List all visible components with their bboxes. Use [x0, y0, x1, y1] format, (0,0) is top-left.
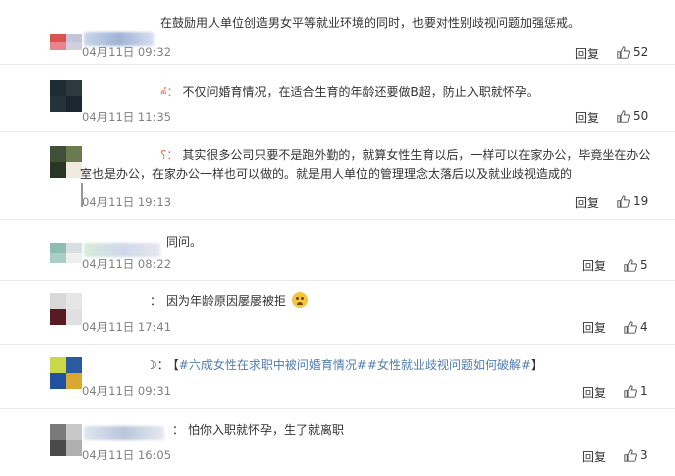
comment-text: 在鼓励用人单位创造男女平等就业环境的同时，也要对性别歧视问题加强惩戒。 — [160, 16, 581, 30]
username[interactable]: ☽： — [146, 358, 169, 372]
comment-text: ：因为年龄原因屡屡被拒 — [150, 292, 657, 311]
comment-text: ☽： 【#六成女性在求职中被问婚育情况##女性就业歧视问题如何破解#】 — [146, 358, 544, 372]
reply-button[interactable]: 回复 — [582, 448, 606, 465]
like-count: 19 — [633, 194, 649, 208]
thumbs-up-icon — [624, 258, 637, 272]
like-button[interactable]: 3 — [624, 448, 648, 462]
avatar-pixel — [66, 253, 82, 263]
comment-time: 04月11日 17:41 — [82, 320, 172, 334]
thumbs-up-icon — [624, 320, 637, 334]
avatar-pixel — [66, 34, 82, 42]
avatar[interactable] — [50, 357, 82, 389]
thumbs-up-icon — [624, 384, 637, 398]
like-count: 4 — [640, 320, 648, 334]
avatar-pixel — [66, 243, 82, 253]
avatar-pixel — [50, 42, 66, 50]
username-redacted[interactable] — [84, 243, 160, 257]
avatar-pixel — [50, 373, 66, 389]
avatar[interactable] — [50, 34, 82, 50]
avatar-pixel — [66, 357, 82, 373]
comment-time: 04月11日 11:35 — [82, 110, 172, 124]
comment-text: 同问。 — [166, 235, 203, 249]
comment-item: 在鼓励用人单位创造男女平等就业环境的同时，也要对性别歧视问题加强惩戒。 04月1… — [0, 0, 675, 65]
username-redacted[interactable] — [84, 426, 164, 440]
like-count: 50 — [633, 109, 649, 123]
avatar-pixel — [50, 243, 66, 253]
avatar[interactable] — [50, 146, 82, 178]
comment-text: ：怕你入职就怀孕，生了就离职 — [172, 423, 345, 437]
avatar-pixel — [50, 96, 66, 112]
avatar[interactable] — [50, 243, 82, 263]
avatar-pixel — [50, 80, 66, 96]
avatar[interactable] — [50, 293, 82, 325]
username[interactable]: ： — [172, 423, 184, 437]
avatar[interactable] — [50, 80, 82, 112]
username[interactable]: ： — [150, 294, 162, 308]
like-count: 1 — [640, 384, 648, 398]
thumbs-up-icon — [617, 194, 630, 208]
like-count: 5 — [640, 258, 648, 272]
avatar-pixel — [50, 440, 66, 456]
avatar-pixel — [50, 309, 66, 325]
like-count: 52 — [633, 45, 649, 59]
avatar[interactable] — [50, 424, 82, 456]
comment-item: ⰼ： 不仅问婚育情况，在适合生育的年龄还要做B超，防止入职就怀孕。 04月11日 … — [0, 66, 675, 132]
like-button[interactable]: 1 — [624, 384, 648, 398]
avatar-pixel — [50, 424, 66, 440]
like-button[interactable]: 5 — [624, 258, 648, 272]
like-count: 3 — [640, 448, 648, 462]
comment-time: 04月11日 08:22 — [82, 257, 172, 271]
thumbs-up-icon — [617, 45, 630, 59]
like-button[interactable]: 4 — [624, 320, 648, 334]
avatar-pixel — [66, 440, 82, 456]
reply-button[interactable]: 回复 — [575, 45, 599, 62]
like-button[interactable]: 50 — [617, 109, 648, 123]
comment-text: ⰼ： 不仅问婚育情况，在适合生育的年龄还要做B超，防止入职就怀孕。 — [160, 85, 539, 99]
avatar-pixel — [50, 162, 66, 178]
reply-button[interactable]: 回复 — [582, 384, 606, 401]
reply-button[interactable]: 回复 — [575, 194, 599, 211]
avatar-pixel — [50, 253, 66, 263]
avatar-pixel — [66, 373, 82, 389]
avatar-pixel — [50, 34, 66, 42]
username[interactable]: ⰼ： — [160, 85, 178, 99]
like-button[interactable]: 52 — [617, 45, 648, 59]
comment-text: ⸮： 其实很多公司只要不是跑外勤的，就算女性生育以后，一样可以在家办公，毕竟坐在办… — [80, 148, 651, 181]
avatar-pixel — [66, 42, 82, 50]
avatar-pixel — [66, 96, 82, 112]
avatar-pixel — [50, 293, 66, 309]
avatar-pixel — [66, 293, 82, 309]
comment-item: ☽： 【#六成女性在求职中被问婚育情况##女性就业歧视问题如何破解#】 04月11… — [0, 346, 675, 409]
comment-item: 同问。 04月11日 08:22 回复 5 — [0, 221, 675, 281]
comment-time: 04月11日 19:13 — [82, 195, 172, 209]
thumbs-up-icon — [624, 448, 637, 462]
thumbs-up-icon — [617, 109, 630, 123]
comment-item: ：怕你入职就怀孕，生了就离职 04月11日 16:05 回复 3 — [0, 410, 675, 476]
avatar-pixel — [66, 309, 82, 325]
comment-time: 04月11日 09:32 — [82, 45, 172, 59]
avatar-pixel — [66, 80, 82, 96]
comment-time: 04月11日 16:05 — [82, 448, 172, 462]
avatar-pixel — [66, 424, 82, 440]
username[interactable]: ⸮： — [160, 148, 178, 162]
avatar-pixel — [50, 357, 66, 373]
comment-item: ⸮： 其实很多公司只要不是跑外勤的，就算女性生育以后，一样可以在家办公，毕竟坐在办… — [0, 133, 675, 220]
avatar-pixel — [50, 146, 66, 162]
comment-time: 04月11日 09:31 — [82, 384, 172, 398]
comment-list: 在鼓励用人单位创造男女平等就业环境的同时，也要对性别歧视问题加强惩戒。 04月1… — [0, 0, 675, 476]
comment-item: ：因为年龄原因屡屡被拒 04月11日 17:41 回复 4 — [0, 282, 675, 345]
topic-link[interactable]: #六成女性在求职中被问婚育情况##女性就业歧视问题如何破解# — [179, 358, 531, 372]
crying-face-emoji-icon — [291, 292, 308, 308]
reply-button[interactable]: 回复 — [575, 109, 599, 126]
reply-button[interactable]: 回复 — [582, 319, 606, 336]
reply-button[interactable]: 回复 — [582, 257, 606, 274]
like-button[interactable]: 19 — [617, 194, 648, 208]
